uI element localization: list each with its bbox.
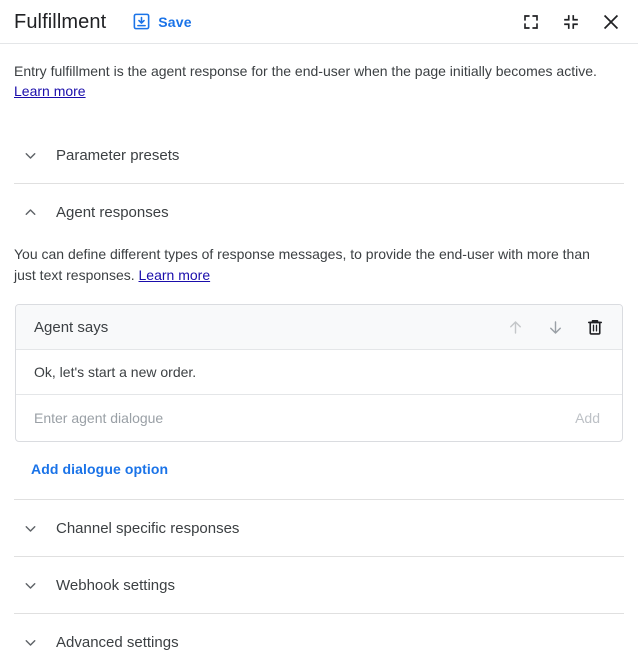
trash-icon[interactable] bbox=[582, 314, 608, 340]
section-label-webhook-settings: Webhook settings bbox=[56, 577, 175, 594]
chevron-down-icon bbox=[18, 573, 42, 597]
window-controls bbox=[520, 11, 622, 33]
section-parameter-presets[interactable]: Parameter presets bbox=[14, 127, 624, 183]
agent-responses-description-line2: just text responses. bbox=[14, 267, 135, 283]
collapse-icon[interactable] bbox=[560, 11, 582, 33]
dialogue-text: Ok, let's start a new order. bbox=[34, 364, 196, 380]
save-button[interactable]: Save bbox=[132, 12, 192, 31]
section-label-channel-specific-responses: Channel specific responses bbox=[56, 520, 239, 537]
agent-says-card: Agent says Ok, bbox=[15, 304, 623, 442]
chevron-down-icon bbox=[18, 143, 42, 167]
section-agent-responses[interactable]: Agent responses bbox=[14, 184, 624, 240]
section-label-advanced-settings: Advanced settings bbox=[56, 634, 179, 651]
dialogue-row[interactable]: Ok, let's start a new order. bbox=[16, 350, 622, 395]
save-icon bbox=[132, 12, 151, 31]
add-dialogue-option-button[interactable]: Add dialogue option bbox=[14, 442, 168, 499]
agent-says-card-header: Agent says bbox=[16, 305, 622, 350]
dialogue-input-row: Add bbox=[16, 395, 622, 441]
dialog-content: Entry fulfillment is the agent response … bbox=[0, 44, 638, 670]
expand-icon[interactable] bbox=[520, 11, 542, 33]
save-label: Save bbox=[158, 14, 192, 30]
close-icon[interactable] bbox=[600, 11, 622, 33]
intro-description: Entry fulfillment is the agent response … bbox=[14, 63, 597, 79]
section-advanced-settings[interactable]: Advanced settings bbox=[14, 614, 624, 670]
agent-responses-description-line1: You can define different types of respon… bbox=[14, 246, 590, 262]
section-label-agent-responses: Agent responses bbox=[56, 204, 169, 221]
agent-dialogue-input[interactable] bbox=[34, 410, 567, 426]
intro-text: Entry fulfillment is the agent response … bbox=[14, 44, 624, 101]
chevron-down-icon bbox=[18, 516, 42, 540]
add-dialogue-option-wrap: Add dialogue option bbox=[14, 442, 624, 499]
arrow-up-icon[interactable] bbox=[502, 314, 528, 340]
section-channel-specific-responses[interactable]: Channel specific responses bbox=[14, 500, 624, 556]
chevron-up-icon bbox=[18, 200, 42, 224]
intro-learn-more-link[interactable]: Learn more bbox=[14, 81, 86, 101]
arrow-down-icon[interactable] bbox=[542, 314, 568, 340]
dialog-header: Fulfillment Save bbox=[0, 0, 638, 44]
agent-responses-description: You can define different types of respon… bbox=[14, 240, 614, 304]
chevron-down-icon bbox=[18, 630, 42, 654]
add-dialogue-button[interactable]: Add bbox=[567, 404, 608, 432]
section-label-parameter-presets: Parameter presets bbox=[56, 147, 179, 164]
section-webhook-settings[interactable]: Webhook settings bbox=[14, 557, 624, 613]
agent-says-title: Agent says bbox=[34, 319, 108, 336]
page-title: Fulfillment bbox=[14, 12, 106, 32]
agent-responses-learn-more-link[interactable]: Learn more bbox=[139, 267, 211, 283]
